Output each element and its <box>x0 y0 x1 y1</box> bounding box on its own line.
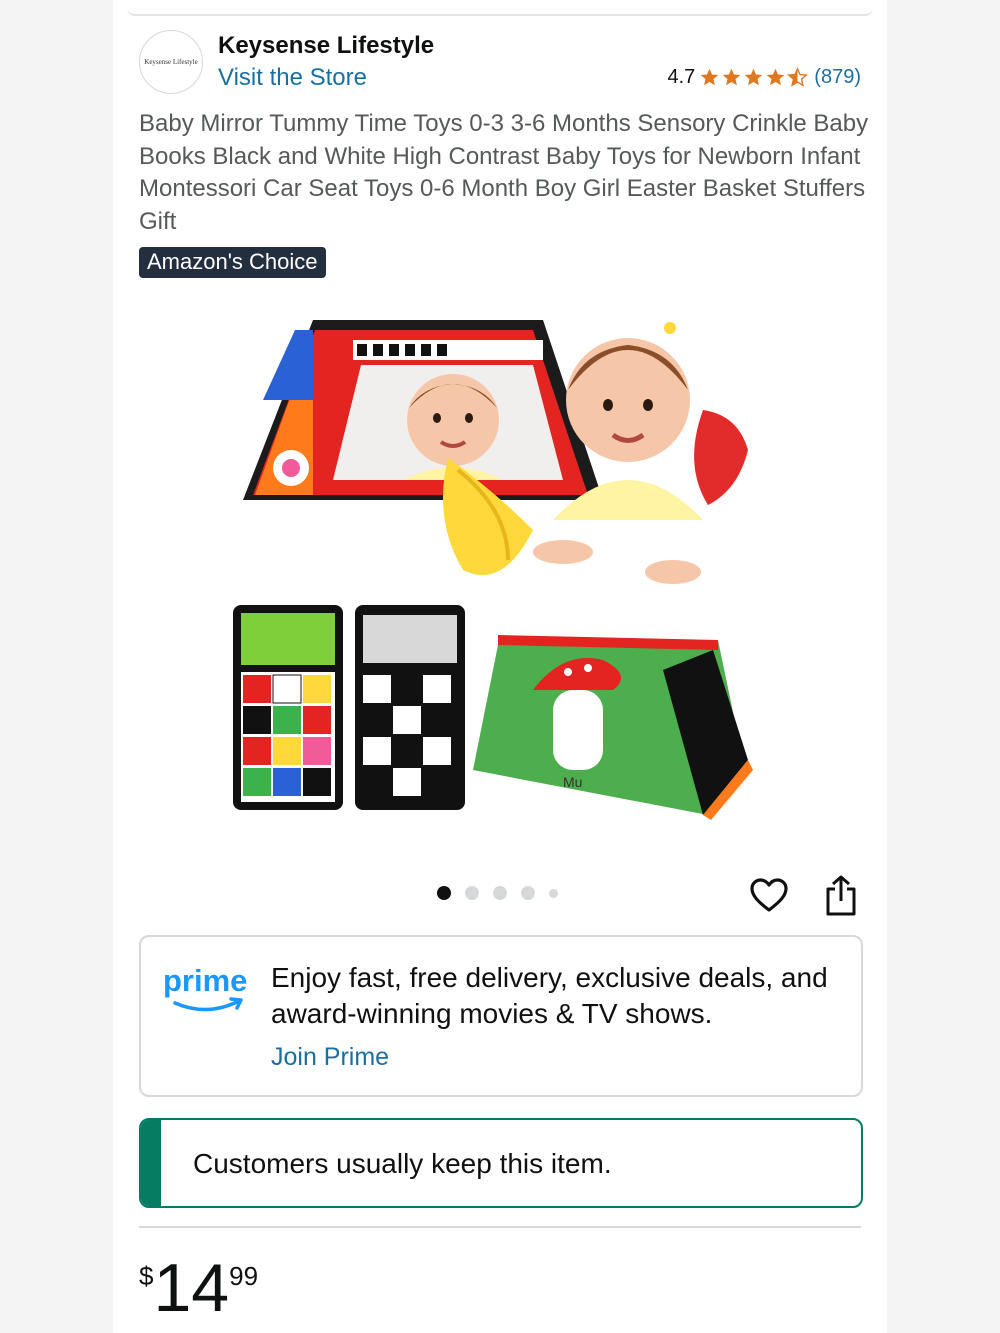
keep-item-text: Customers usually keep this item. <box>193 1148 612 1179</box>
heart-icon[interactable] <box>749 876 789 916</box>
book-cover-text: Mu <box>563 774 582 790</box>
carousel-dot[interactable] <box>549 888 558 898</box>
star-icon <box>745 68 763 86</box>
rating-value: 4.7 <box>667 66 696 88</box>
prime-logo-text: prime <box>163 963 247 998</box>
product-image[interactable]: Mu <box>233 290 773 830</box>
share-icon[interactable] <box>823 874 859 918</box>
price-whole: 14 <box>153 1250 230 1326</box>
price-currency: $ <box>139 1261 154 1291</box>
rating-summary[interactable]: 4.7 (879) <box>667 66 861 89</box>
image-carousel-dots[interactable] <box>437 886 558 900</box>
product-title: Baby Mirror Tummy Time Toys 0-3 3-6 Mont… <box>139 110 869 235</box>
carousel-dot[interactable] <box>437 886 451 900</box>
visit-store-link[interactable]: Visit the Store <box>218 64 367 92</box>
top-divider <box>127 8 873 16</box>
half-star-icon <box>787 67 809 87</box>
rating-stars <box>699 67 809 88</box>
prime-message: Enjoy fast, free delivery, exclusive dea… <box>271 962 828 1029</box>
product-page: Keysense Lifestyle Keysense Lifestyle Vi… <box>113 0 887 1333</box>
keep-item-accent-bar <box>141 1120 161 1206</box>
seller-logo[interactable]: Keysense Lifestyle <box>139 30 203 94</box>
seller-logo-text: Keysense Lifestyle <box>144 58 198 66</box>
price-divider <box>139 1226 861 1228</box>
star-icon <box>723 68 741 86</box>
star-icon <box>701 68 719 86</box>
carousel-dot[interactable] <box>465 886 479 900</box>
prime-logo: prime <box>163 963 247 1012</box>
keep-item-note: Customers usually keep this item. <box>139 1118 863 1208</box>
seller-name: Keysense Lifestyle <box>218 32 435 59</box>
product-price: $ 14 99 <box>139 1253 258 1323</box>
amazons-choice-badge[interactable]: Amazon's Choice <box>139 247 326 278</box>
join-prime-link[interactable]: Join Prime <box>271 1043 389 1072</box>
carousel-dot[interactable] <box>521 886 535 900</box>
prime-promo-card[interactable]: prime Enjoy fast, free delivery, exclusi… <box>139 935 863 1097</box>
carousel-dot[interactable] <box>493 886 507 900</box>
rating-count[interactable]: (879) <box>814 66 861 89</box>
star-icon <box>767 68 785 86</box>
price-fraction: 99 <box>229 1261 259 1291</box>
